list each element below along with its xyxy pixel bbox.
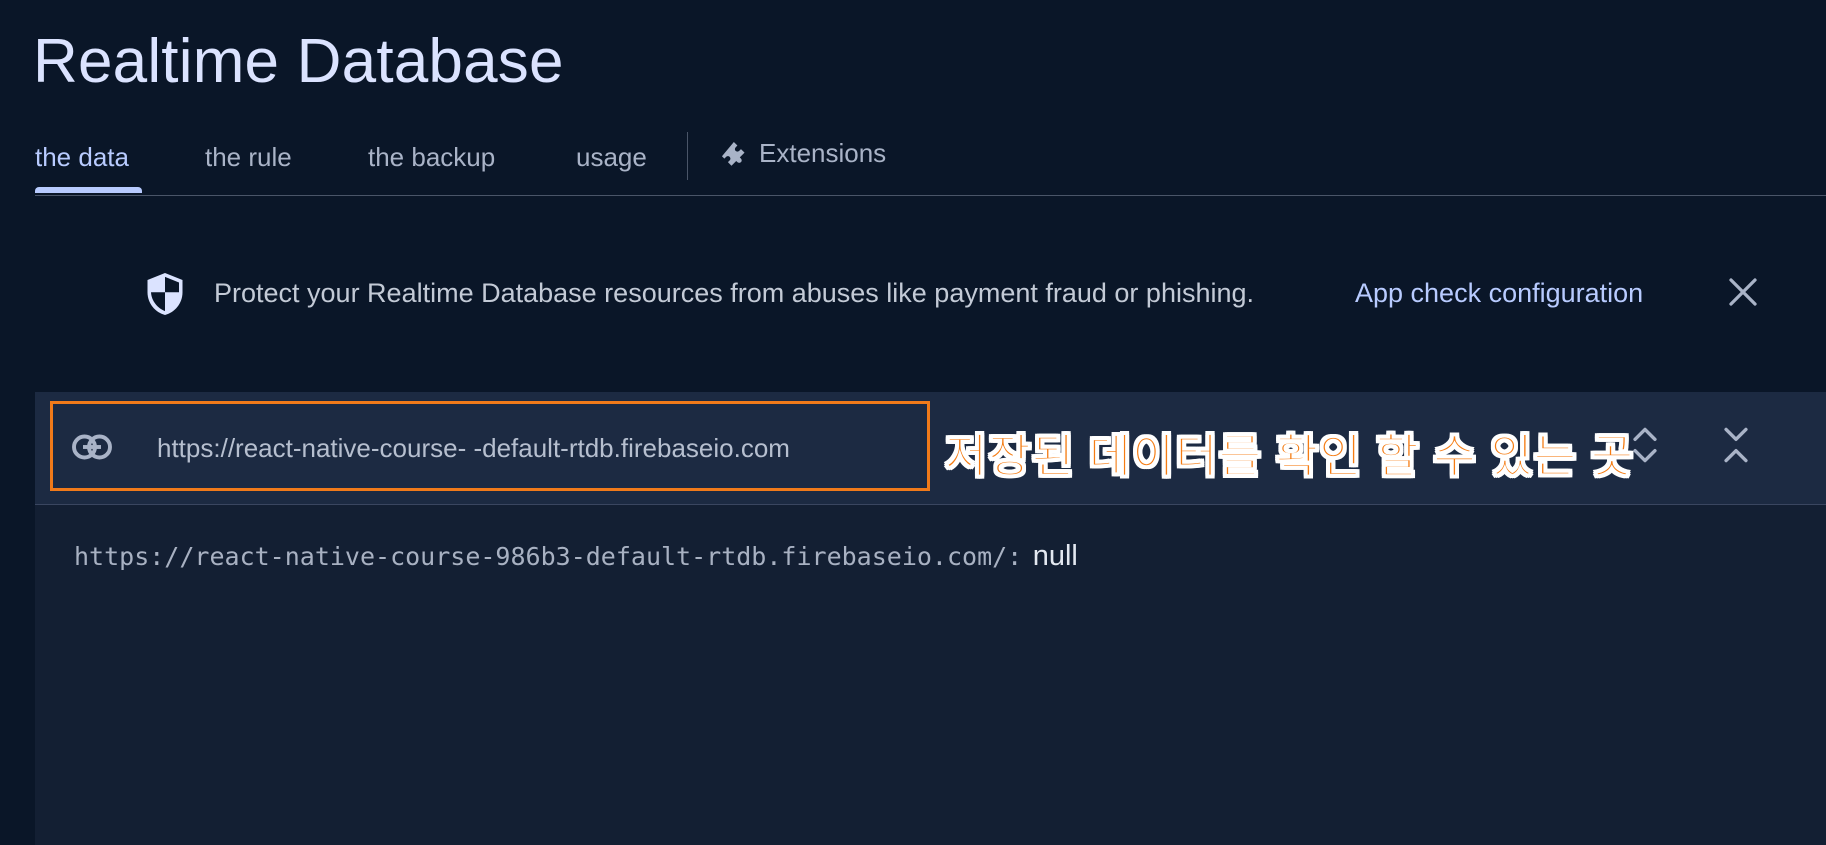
collapse-all-icon[interactable]: [1719, 422, 1753, 468]
data-panel: https://react-native-course- -default-rt…: [35, 392, 1826, 845]
app-check-banner: Protect your Realtime Database resources…: [140, 266, 1790, 318]
tab-label: the data: [35, 142, 129, 172]
page: Realtime Database the data the rule the …: [0, 0, 1826, 845]
page-title: Realtime Database: [33, 27, 564, 96]
tab-label: the rule: [205, 142, 292, 172]
tab-extensions[interactable]: Extensions: [719, 138, 886, 169]
annotation-label: 저장된 데이터를 확인 할 수 있는 곳: [944, 430, 1635, 483]
tab-label: Extensions: [759, 138, 887, 168]
tab-backups[interactable]: the backup: [368, 142, 495, 173]
extension-icon: [721, 141, 745, 166]
tab-divider: [687, 132, 688, 180]
data-tree-root[interactable]: https://react-native-course-986b3-defaul…: [74, 540, 1078, 573]
active-tab-indicator: [35, 187, 142, 193]
link-icon: [72, 434, 112, 460]
expand-all-icon[interactable]: [1628, 422, 1662, 468]
tab-label: usage: [576, 142, 647, 172]
app-check-configuration-link[interactable]: App check configuration: [1355, 278, 1643, 309]
tab-bar: the data the rule the backup usage Exten…: [35, 132, 1826, 196]
shield-icon: [147, 273, 183, 315]
close-icon[interactable]: [1725, 274, 1761, 310]
tab-usage[interactable]: usage: [576, 142, 647, 173]
tree-node-value[interactable]: null: [1033, 540, 1078, 572]
database-url: https://react-native-course- -default-rt…: [157, 433, 790, 463]
data-panel-header: https://react-native-course- -default-rt…: [35, 392, 1826, 505]
tree-node-path: https://react-native-course-986b3-defaul…: [74, 542, 1023, 571]
database-url-field[interactable]: https://react-native-course- -default-rt…: [50, 401, 930, 491]
tab-label: the backup: [368, 142, 496, 172]
tab-rules[interactable]: the rule: [205, 142, 292, 173]
banner-message: Protect your Realtime Database resources…: [214, 278, 1255, 308]
tab-data[interactable]: the data: [35, 142, 142, 193]
